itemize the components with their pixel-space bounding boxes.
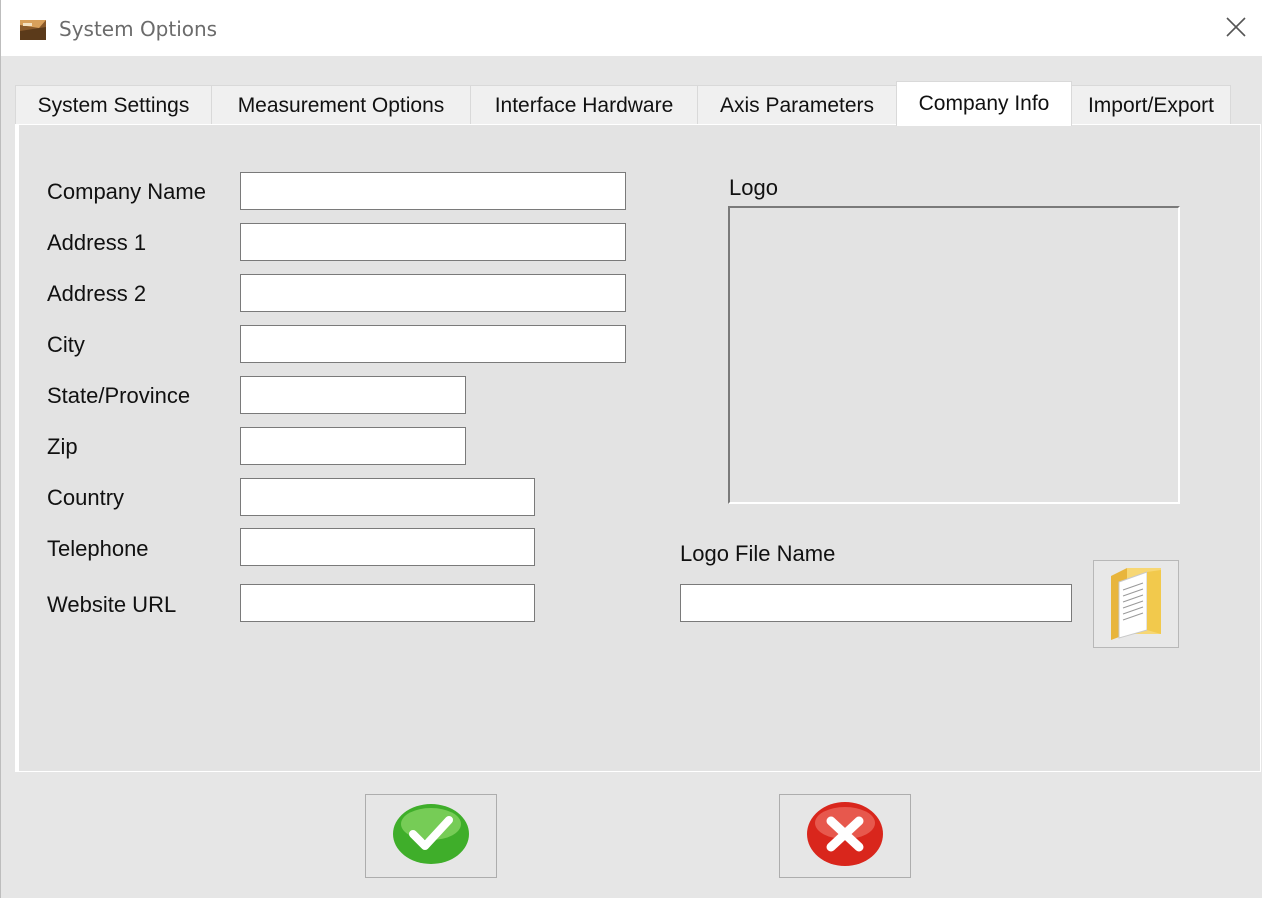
zip-label: Zip [47, 434, 78, 459]
telephone-label: Telephone [47, 536, 149, 561]
cancel-button[interactable] [779, 794, 911, 878]
tab-interface-hardware[interactable]: Interface Hardware [470, 85, 698, 125]
state-province-label: State/Province [47, 383, 191, 408]
company-name-input[interactable] [240, 172, 626, 210]
ok-button[interactable] [365, 794, 497, 878]
tab-company-info[interactable]: Company Info [896, 81, 1072, 126]
website-url-input[interactable] [240, 584, 535, 622]
browse-logo-button[interactable] [1093, 560, 1179, 648]
logo-file-name-input[interactable] [680, 584, 1072, 622]
tab-axis-parameters[interactable]: Axis Parameters [697, 85, 897, 125]
tab-system-settings[interactable]: System Settings [15, 85, 212, 125]
close-icon [1225, 16, 1247, 43]
address-2-label: Address 2 [47, 281, 147, 306]
logo-label: Logo [729, 175, 778, 200]
app-icon [19, 17, 49, 43]
title-bar: System Options [1, 0, 1262, 56]
logo-preview [728, 206, 1180, 504]
tab-import-export[interactable]: Import/Export [1071, 85, 1231, 125]
zip-input[interactable] [240, 427, 466, 465]
folder-icon [1107, 562, 1165, 647]
cancel-x-icon [805, 801, 885, 872]
address-1-label: Address 1 [47, 230, 147, 255]
window-title: System Options [59, 17, 218, 41]
address-1-input[interactable] [240, 223, 626, 261]
city-label: City [47, 332, 85, 357]
tab-measurement-options[interactable]: Measurement Options [211, 85, 471, 125]
state-province-input[interactable] [240, 376, 466, 414]
company-name-label: Company Name [47, 179, 206, 204]
country-label: Country [47, 485, 125, 510]
system-options-window: System Options System Settings Measureme… [0, 0, 1262, 898]
logo-file-name-label: Logo File Name [680, 541, 836, 566]
city-input[interactable] [240, 325, 626, 363]
country-input[interactable] [240, 478, 535, 516]
checkmark-icon [391, 802, 471, 871]
address-2-input[interactable] [240, 274, 626, 312]
close-button[interactable] [1219, 12, 1253, 46]
website-url-label: Website URL [47, 592, 177, 617]
telephone-input[interactable] [240, 528, 535, 566]
